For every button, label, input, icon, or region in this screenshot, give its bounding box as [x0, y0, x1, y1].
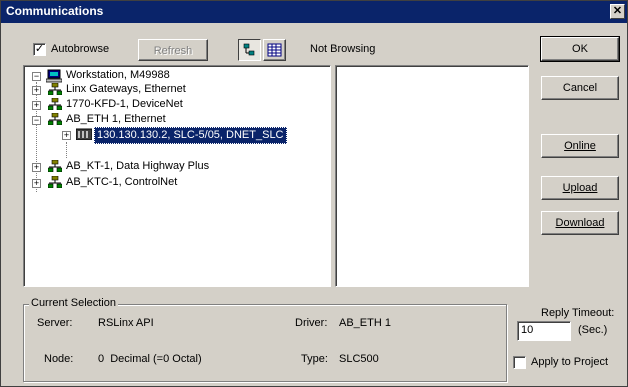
list-view-toggle[interactable]	[263, 39, 286, 61]
type-label: Type:	[301, 353, 328, 365]
workstation-icon	[46, 69, 62, 83]
driver-label: Driver:	[295, 317, 328, 329]
reply-timeout-input[interactable]: 10	[517, 321, 571, 341]
network-icon	[48, 160, 62, 172]
network-icon	[48, 98, 62, 110]
expand-icon[interactable]: +	[32, 163, 41, 172]
tree-item-label: AB_KT-1, Data Highway Plus	[66, 160, 210, 172]
plc-icon	[76, 128, 92, 140]
ok-button[interactable]: OK	[540, 36, 620, 62]
network-icon	[48, 176, 62, 188]
refresh-button[interactable]: Refresh	[138, 39, 208, 61]
tree-line	[66, 142, 67, 158]
driver-value: AB_ETH 1	[339, 317, 391, 329]
window-title: Communications	[6, 4, 104, 18]
expand-icon[interactable]: +	[32, 101, 41, 110]
communications-dialog: Communications ✕ ✓ Autobrowse Refresh No…	[0, 0, 628, 387]
node-label: Node:	[44, 353, 74, 365]
online-button[interactable]: Online	[541, 134, 619, 158]
title-bar[interactable]: Communications ✕	[1, 1, 627, 23]
server-value: RSLinx API	[98, 317, 154, 329]
collapse-icon[interactable]: −	[32, 72, 41, 81]
tree-view-toggle[interactable]	[238, 39, 261, 61]
collapse-icon[interactable]: −	[32, 116, 41, 125]
tree-item-label: 1770-KFD-1, DeviceNet	[66, 98, 183, 110]
reply-timeout-label: Reply Timeout:	[541, 307, 615, 319]
tree-line	[36, 82, 37, 192]
tree-item-label: Workstation, M49988	[66, 69, 170, 81]
tree-item-label: AB_ETH 1, Ethernet	[66, 113, 166, 125]
reply-timeout-unit: (Sec.)	[578, 324, 608, 336]
network-tree[interactable]: − Workstation, M49988 + Linx Gateways, E…	[23, 65, 331, 287]
cancel-button[interactable]: Cancel	[541, 76, 619, 100]
download-button[interactable]: Download	[541, 211, 619, 235]
type-value: SLC500	[339, 353, 379, 365]
upload-button[interactable]: Upload	[541, 176, 619, 200]
current-selection-label: Current Selection	[29, 297, 118, 309]
expand-icon[interactable]: +	[62, 131, 71, 140]
tree-view-icon	[243, 43, 255, 56]
apply-to-project-label: Apply to Project	[531, 356, 609, 368]
expand-icon[interactable]: +	[32, 179, 41, 188]
network-icon	[48, 113, 62, 125]
tree-item-label: AB_KTC-1, ControlNet	[66, 176, 178, 188]
server-label: Server:	[37, 317, 73, 329]
autobrowse-label: Autobrowse	[51, 43, 110, 55]
autobrowse-checkbox[interactable]: ✓	[33, 43, 46, 56]
tree-item-label-selected: 130.130.130.2, SLC-5/05, DNET_SLC	[94, 127, 287, 144]
network-icon	[48, 83, 62, 95]
expand-icon[interactable]: +	[32, 86, 41, 95]
list-view-icon	[267, 43, 282, 57]
node-value: 0 Decimal (=0 Octal)	[98, 353, 202, 365]
apply-to-project-checkbox[interactable]	[513, 356, 526, 369]
device-detail-pane[interactable]	[335, 65, 529, 287]
tree-item-label: Linx Gateways, Ethernet	[66, 83, 186, 95]
close-button[interactable]: ✕	[610, 4, 625, 19]
current-selection-group	[23, 304, 507, 382]
browse-status: Not Browsing	[310, 43, 376, 55]
